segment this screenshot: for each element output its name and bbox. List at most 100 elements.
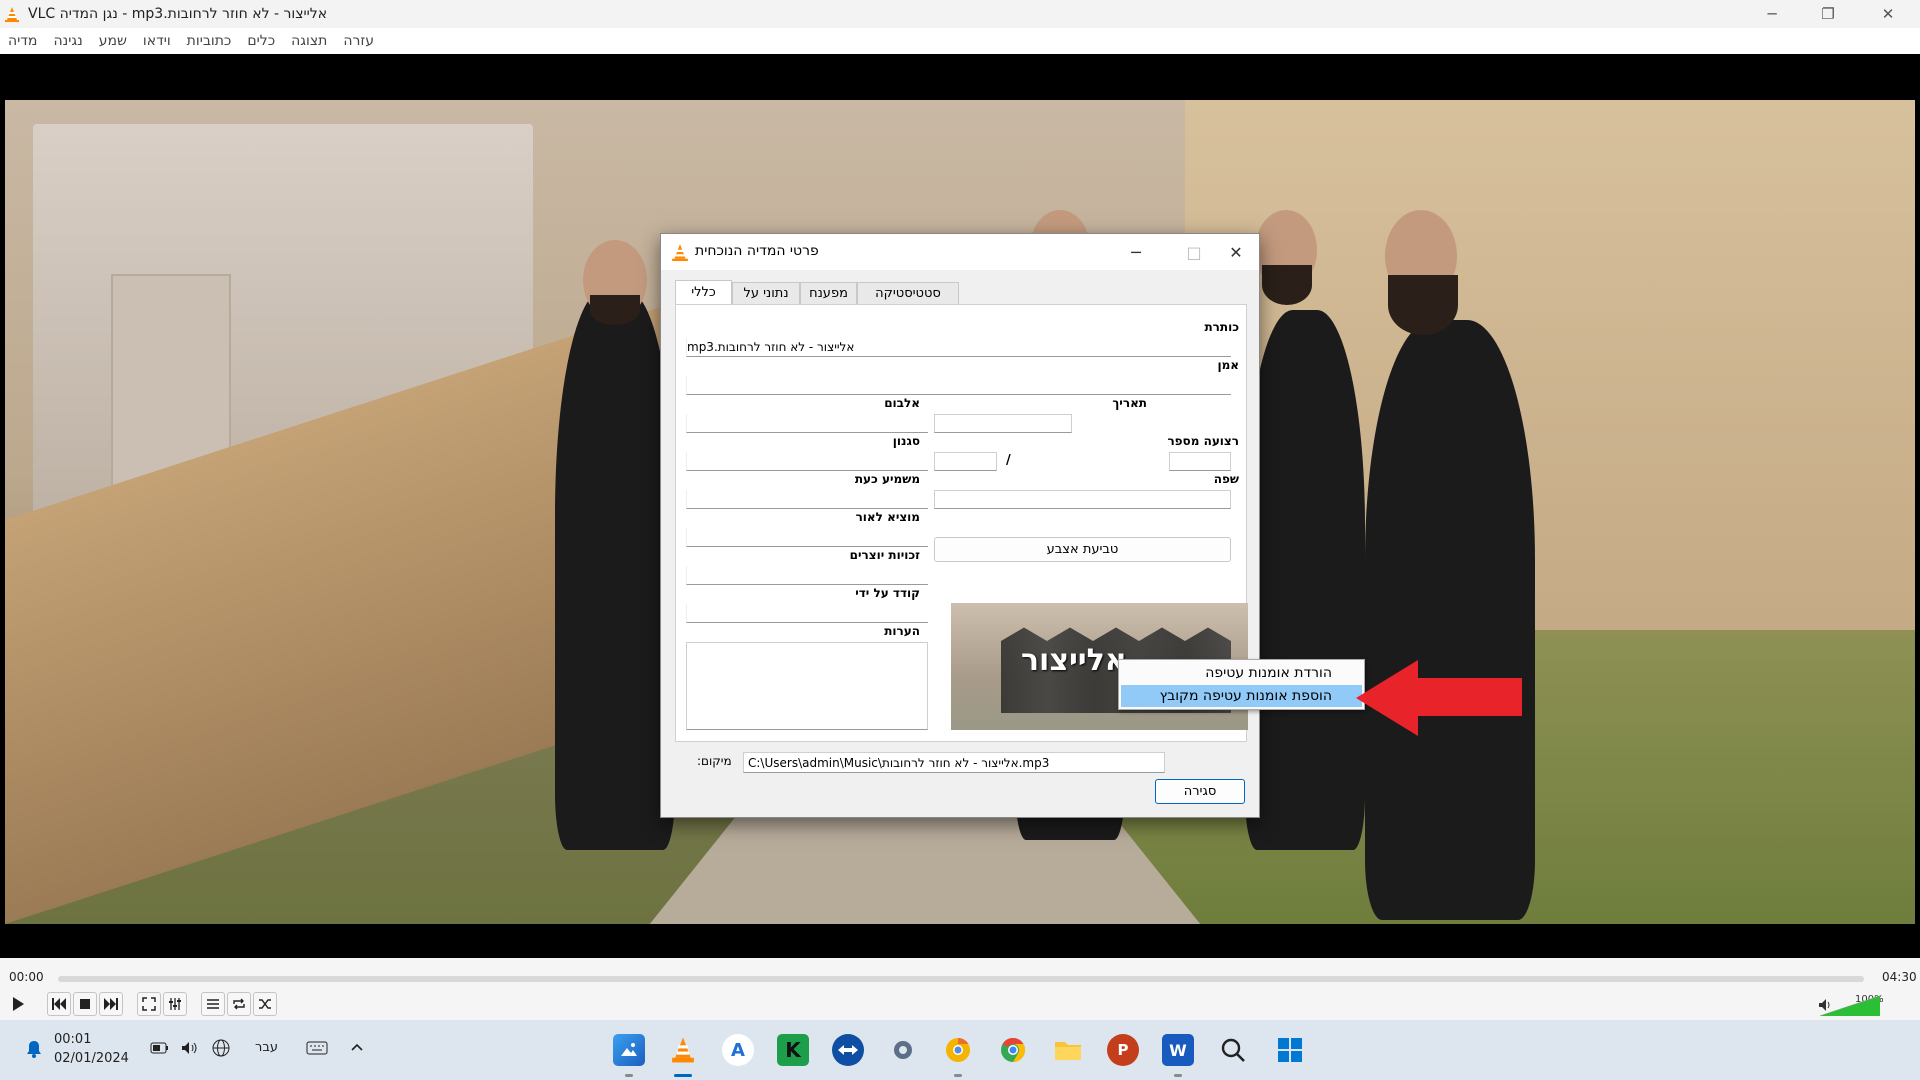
- teamviewer-icon[interactable]: [832, 1034, 864, 1066]
- title-field[interactable]: אלייצור - לא חוזר לרחובות.mp3: [686, 338, 1231, 357]
- settings-icon[interactable]: [887, 1034, 919, 1066]
- menu-help[interactable]: עזרה: [343, 33, 374, 49]
- language-field[interactable]: [934, 490, 1231, 509]
- file-explorer-icon[interactable]: [1052, 1034, 1084, 1066]
- language-label: שפה: [1213, 472, 1239, 486]
- window-title: אלייצור - לא חוזר לרחובות.mp3 - נגן המדי…: [28, 6, 328, 22]
- chrome-icon[interactable]: [997, 1034, 1029, 1066]
- volume-tray-icon[interactable]: [181, 1040, 199, 1056]
- track-number-label: רצועה מספר: [1167, 434, 1239, 448]
- copyright-label: זכויות יוצרים: [849, 548, 920, 562]
- powerpoint-icon[interactable]: P: [1107, 1034, 1139, 1066]
- menu-view[interactable]: תצוגה: [291, 33, 327, 49]
- tab-statistics[interactable]: סטטיסטיקה: [857, 282, 959, 304]
- battery-icon[interactable]: [150, 1041, 170, 1055]
- minimize-button[interactable]: ─: [1744, 0, 1800, 28]
- location-field[interactable]: C:\Users\admin\Music\אלייצור - לא חוזר ל…: [743, 752, 1165, 773]
- person-silhouette: [1245, 310, 1365, 850]
- loop-button[interactable]: [227, 992, 251, 1016]
- next-icon: [104, 998, 118, 1010]
- menu-media[interactable]: מדיה: [8, 33, 37, 49]
- person-silhouette: [555, 290, 675, 850]
- dialog-tabs: כללי נתוני על מפענח סטטיסטיקה: [675, 280, 1245, 304]
- search-icon[interactable]: [1217, 1034, 1249, 1066]
- word-icon[interactable]: W: [1162, 1034, 1194, 1066]
- encoded-by-label: קודד על ידי: [855, 586, 920, 600]
- play-icon: [13, 997, 24, 1011]
- genre-field[interactable]: [686, 452, 928, 471]
- person-beard: [1262, 265, 1312, 305]
- keyboard-icon[interactable]: [306, 1041, 328, 1055]
- vlc-icon[interactable]: [667, 1034, 699, 1066]
- input-language-indicator[interactable]: עבר: [255, 1040, 278, 1055]
- clock-date[interactable]: 02/01/2024: [54, 1051, 129, 1066]
- menu-audio[interactable]: שמע: [99, 33, 127, 49]
- person-beard: [590, 295, 640, 325]
- notification-bell-icon[interactable]: [26, 1040, 42, 1058]
- dialog-minimize-button[interactable]: ─: [1113, 234, 1159, 270]
- comments-field[interactable]: [686, 642, 928, 730]
- tab-general[interactable]: כללי: [675, 280, 732, 304]
- dialog-maximize-button[interactable]: □: [1171, 234, 1217, 270]
- encoded-by-field[interactable]: [686, 604, 928, 623]
- artist-field[interactable]: [686, 376, 1231, 395]
- album-label: אלבום: [884, 396, 920, 410]
- location-label: מיקום:: [697, 754, 732, 768]
- track-number-field[interactable]: [1169, 452, 1231, 471]
- vlc-cone-icon: [672, 244, 688, 261]
- now-playing-label: משמיע כעת: [854, 472, 920, 486]
- artist-label: אמן: [1217, 358, 1239, 372]
- stop-icon: [80, 999, 90, 1009]
- dialog-close-button[interactable]: ✕: [1213, 234, 1259, 270]
- play-button[interactable]: [5, 992, 31, 1016]
- menu-tools[interactable]: כלים: [247, 33, 275, 49]
- chrome-canary-icon[interactable]: [942, 1034, 974, 1066]
- kleopatra-icon[interactable]: K: [777, 1034, 809, 1066]
- stop-button[interactable]: [73, 992, 97, 1016]
- app-store-icon[interactable]: A: [722, 1034, 754, 1066]
- vlc-title-bar: אלייצור - לא חוזר לרחובות.mp3 - נגן המדי…: [0, 0, 1920, 28]
- album-field[interactable]: [686, 414, 928, 433]
- equalizer-icon: [169, 998, 181, 1010]
- close-window-button[interactable]: ✕: [1860, 0, 1916, 28]
- close-dialog-button[interactable]: סגירה: [1155, 779, 1245, 804]
- shuffle-icon: [259, 999, 271, 1009]
- dialog-title-bar: פרטי המדיה הנוכחית ─ □ ✕: [661, 234, 1259, 270]
- fingerprint-button[interactable]: טביעת אצבע: [934, 537, 1231, 562]
- chevron-up-icon[interactable]: [350, 1042, 364, 1052]
- tab-codec[interactable]: מפענח: [800, 282, 857, 304]
- menu-playback[interactable]: נגינה: [53, 33, 82, 49]
- playlist-button[interactable]: [201, 992, 225, 1016]
- restore-button[interactable]: ❐: [1800, 0, 1856, 28]
- menu-subtitles[interactable]: כתוביות: [187, 33, 232, 49]
- media-info-dialog: פרטי המדיה הנוכחית ─ □ ✕ כללי נתוני על מ…: [660, 233, 1260, 818]
- fullscreen-button[interactable]: [137, 992, 161, 1016]
- genre-label: סגנון: [892, 434, 920, 448]
- menu-bar: מדיה נגינה שמע וידאו כתוביות כלים תצוגה …: [0, 28, 1920, 54]
- date-label: תאריך: [1112, 396, 1147, 410]
- seek-bar[interactable]: [58, 976, 1864, 982]
- extended-settings-button[interactable]: [163, 992, 187, 1016]
- loop-icon: [233, 998, 245, 1010]
- shuffle-button[interactable]: [253, 992, 277, 1016]
- now-playing-field[interactable]: [686, 490, 928, 509]
- publisher-field[interactable]: [686, 528, 928, 547]
- clock-time[interactable]: 00:01: [54, 1032, 91, 1047]
- tab-metadata[interactable]: נתוני על: [732, 282, 800, 304]
- photos-icon[interactable]: [613, 1034, 645, 1066]
- network-globe-icon[interactable]: [212, 1039, 230, 1057]
- track-total-field[interactable]: [934, 452, 997, 471]
- next-button[interactable]: [99, 992, 123, 1016]
- download-cover-art-item[interactable]: הורדת אומנות עטיפה: [1121, 662, 1362, 684]
- copyright-field[interactable]: [686, 566, 928, 585]
- track-separator: /: [1006, 453, 1011, 468]
- player-controls: 00:00 04:30 100%: [0, 958, 1920, 1020]
- date-field[interactable]: [934, 414, 1072, 433]
- previous-button[interactable]: [47, 992, 71, 1016]
- add-cover-art-from-file-item[interactable]: הוספת אומנות עטיפה מקובץ: [1121, 685, 1362, 707]
- red-arrow-annotation: [1356, 660, 1522, 736]
- start-icon[interactable]: [1274, 1034, 1306, 1066]
- fullscreen-icon: [142, 997, 156, 1011]
- volume-slider[interactable]: [1820, 994, 1880, 1016]
- menu-video[interactable]: וידאו: [143, 33, 171, 49]
